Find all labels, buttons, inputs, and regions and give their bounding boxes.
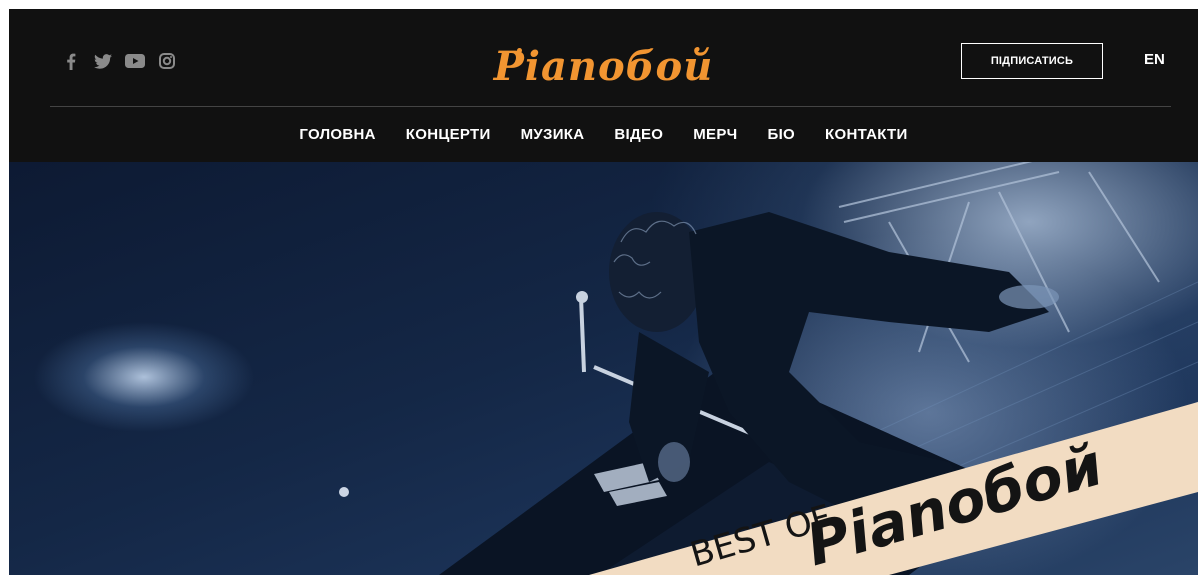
nav-item-contacts[interactable]: КОНТАКТИ bbox=[825, 125, 908, 145]
site-header: Pianoбой ПІДПИСАТИСЬ EN ГОЛОВНА КОНЦЕРТИ… bbox=[9, 9, 1198, 162]
header-divider bbox=[50, 106, 1171, 107]
top-margin bbox=[0, 0, 1198, 9]
nav-item-merch[interactable]: МЕРЧ bbox=[693, 125, 737, 145]
subscribe-button[interactable]: ПІДПИСАТИСЬ bbox=[961, 43, 1103, 79]
logo-accent-dot bbox=[517, 48, 522, 53]
nav-item-bio[interactable]: БІО bbox=[767, 125, 795, 145]
nav-item-music[interactable]: МУЗИКА bbox=[521, 125, 585, 145]
nav-item-concerts[interactable]: КОНЦЕРТИ bbox=[406, 125, 491, 145]
main-nav: ГОЛОВНА КОНЦЕРТИ МУЗИКА ВІДЕО МЕРЧ БІО К… bbox=[9, 125, 1198, 145]
left-margin bbox=[0, 9, 9, 575]
hero-image: BEST OF Pianoбой bbox=[9, 162, 1198, 575]
nav-item-home[interactable]: ГОЛОВНА bbox=[299, 125, 375, 145]
language-switch[interactable]: EN bbox=[1144, 51, 1165, 68]
nav-item-video[interactable]: ВІДЕО bbox=[614, 125, 663, 145]
